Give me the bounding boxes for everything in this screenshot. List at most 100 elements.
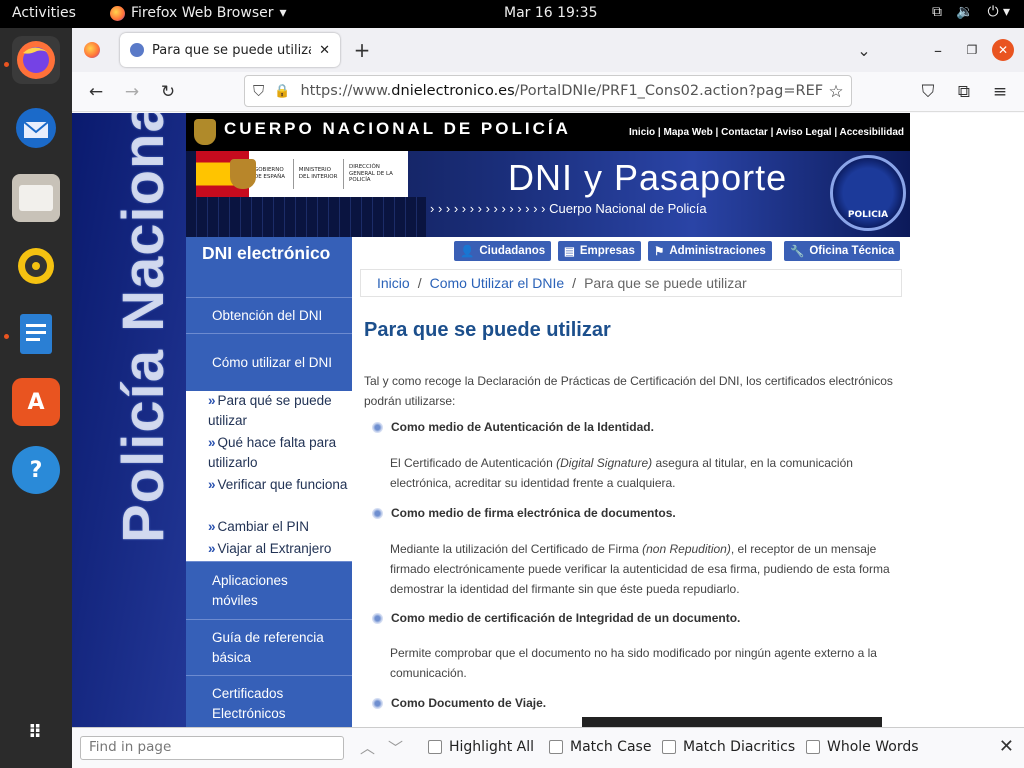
- menu-item-obtencion[interactable]: Obtención del DNI: [186, 297, 352, 333]
- breadcrumb-section[interactable]: Como Utilizar el DNIe: [430, 275, 565, 291]
- pill-label: Administraciones: [669, 245, 766, 257]
- police-seal-icon: POLICIA: [830, 155, 906, 231]
- power-icon: ⏻ ▾: [987, 4, 1010, 20]
- firefox-window: Para que se puede utiliza ✕ + ⌄ – ❐ ✕ ← …: [72, 28, 1024, 768]
- system-tray[interactable]: ⧉ 🔉 ⏻ ▾: [932, 4, 1010, 20]
- new-tab-button[interactable]: +: [348, 36, 376, 64]
- firefox-icon: [110, 5, 125, 21]
- extensions-icon[interactable]: ⧉: [950, 78, 978, 106]
- match-diacritics-checkbox[interactable]: Match Diacritics: [662, 739, 795, 755]
- lock-icon[interactable]: 🔒: [274, 84, 290, 99]
- volume-icon: 🔉: [956, 4, 974, 20]
- dock-writer-icon[interactable]: [12, 310, 60, 358]
- find-bar: Find in page ︿ ﹀ Highlight All Match Cas…: [72, 727, 1024, 768]
- page-viewport[interactable]: Policía Nacional CUERPO NACIONAL DE POLI…: [72, 113, 1024, 727]
- breadcrumb: Inicio / Como Utilizar el DNIe / Para qu…: [360, 269, 902, 297]
- system-top-bar: Activities Firefox Web Browser ▾ Mar 16 …: [0, 0, 1024, 28]
- ministry-text: MINISTERIO DEL INTERIOR: [294, 159, 345, 189]
- circuit-decoration: [186, 197, 426, 237]
- match-case-checkbox[interactable]: Match Case: [549, 739, 651, 755]
- forward-button[interactable]: →: [118, 78, 146, 106]
- close-tab-icon[interactable]: ✕: [319, 43, 330, 58]
- site-banner: GOBIERNO DE ESPAÑA MINISTERIO DEL INTERI…: [186, 151, 910, 237]
- maximize-button[interactable]: ❐: [958, 36, 986, 64]
- menu-item-aplicaciones[interactable]: Aplicaciones móviles: [186, 561, 352, 619]
- network-icon: ⧉: [932, 4, 942, 20]
- page-title: Para que se puede utilizar: [364, 319, 611, 341]
- submenu-label: Verificar que funciona: [217, 477, 348, 492]
- firefox-view-icon[interactable]: [78, 36, 106, 64]
- reload-button[interactable]: ↻: [154, 78, 182, 106]
- submenu-item-cambiar-pin[interactable]: » Cambiar el PIN: [208, 517, 352, 537]
- submenu-item-viajar[interactable]: » Viajar al Extranjero: [208, 539, 352, 559]
- dock-files-icon[interactable]: [12, 174, 60, 222]
- active-tab[interactable]: Para que se puede utiliza ✕: [120, 33, 340, 67]
- submenu-label: Viajar al Extranjero: [217, 541, 332, 556]
- government-logo[interactable]: GOBIERNO DE ESPAÑA MINISTERIO DEL INTERI…: [196, 151, 408, 197]
- flag-icon: ⚑: [654, 246, 665, 258]
- chevron-down-icon: ▾: [279, 5, 287, 21]
- close-window-button[interactable]: ✕: [992, 39, 1014, 61]
- menu-item-label: Certificados Electrónicos: [212, 685, 286, 721]
- close-find-bar-icon[interactable]: ✕: [999, 736, 1014, 757]
- section-text: Mediante la utilización del Certificado …: [390, 539, 896, 599]
- url-host: dnielectronico.es: [391, 83, 515, 99]
- url-prefix: https://www.: [300, 83, 392, 99]
- user-icon: 👤: [460, 246, 475, 258]
- tab-empresas[interactable]: ▤ Empresas: [558, 241, 641, 261]
- submenu-item-que-hace-falta[interactable]: » Qué hace falta para utilizarlo: [208, 433, 352, 473]
- bookmark-star-icon[interactable]: ☆: [822, 78, 850, 106]
- tab-administraciones[interactable]: ⚑ Administraciones: [648, 241, 772, 261]
- menu-item-label: Cómo utilizar el DNI: [212, 354, 333, 370]
- navigation-bar: ← → ↻ ⛉ 🔒 https://www.dnielectronico.es/…: [72, 72, 1024, 112]
- find-next-icon[interactable]: ﹀: [388, 737, 403, 758]
- find-previous-icon[interactable]: ︿: [360, 737, 375, 758]
- tab-ciudadanos[interactable]: 👤 Ciudadanos: [454, 241, 552, 261]
- app-menu-label: Firefox Web Browser: [131, 5, 274, 21]
- pocket-icon[interactable]: ⛉: [914, 78, 942, 106]
- site-org-name: CUERPO NACIONAL DE POLICÍA: [224, 119, 571, 138]
- app-menu-icon[interactable]: ≡: [986, 78, 1014, 106]
- menu-item-certificados[interactable]: Certificados Electrónicos: [186, 675, 352, 727]
- menu-item-como-utilizar[interactable]: Cómo utilizar el DNI: [186, 333, 352, 391]
- section-text: Permite comprobar que el documento no ha…: [390, 646, 877, 680]
- url-bar[interactable]: ⛉ 🔒 https://www.dnielectronico.es/Portal…: [244, 75, 852, 107]
- text-italic: (Digital Signature): [556, 456, 653, 470]
- tab-oficina-tecnica[interactable]: 🔧 Oficina Técnica: [784, 241, 901, 261]
- tab-title: Para que se puede utiliza: [152, 42, 312, 58]
- show-applications-icon[interactable]: ⠿: [12, 708, 60, 756]
- list-tabs-icon[interactable]: ⌄: [850, 36, 878, 64]
- find-input[interactable]: Find in page: [80, 736, 344, 760]
- section-title: Como medio de Autenticación de la Identi…: [391, 420, 654, 434]
- submenu-item-verificar[interactable]: » Verificar que funciona: [208, 475, 352, 495]
- section-heading: Como medio de certificación de Integrida…: [372, 611, 740, 625]
- dock-firefox-icon[interactable]: [12, 36, 60, 84]
- dock: A ? ⠿: [0, 28, 72, 768]
- clock[interactable]: Mar 16 19:35: [504, 5, 597, 21]
- submenu-item-para-que[interactable]: » Para qué se puede utilizar: [208, 391, 352, 431]
- running-indicator: [4, 334, 9, 339]
- dock-rhythmbox-icon[interactable]: [12, 242, 60, 290]
- menu-header[interactable]: DNI electrónico: [186, 237, 352, 297]
- submenu-arrow-icon: »: [208, 541, 216, 556]
- submenu-arrow-icon: »: [208, 477, 216, 492]
- menu-item-guia[interactable]: Guía de referencia básica: [186, 619, 352, 675]
- dock-software-icon[interactable]: A: [12, 378, 60, 426]
- breadcrumb-separator: /: [417, 275, 422, 291]
- breadcrumb-home[interactable]: Inicio: [377, 275, 410, 291]
- whole-words-checkbox[interactable]: Whole Words: [806, 739, 919, 755]
- submenu-label: Qué hace falta para utilizarlo: [208, 435, 337, 470]
- shield-icon[interactable]: ⛉: [253, 82, 264, 100]
- bullet-icon: [372, 697, 383, 709]
- submenu-arrow-icon: »: [208, 393, 216, 408]
- back-button[interactable]: ←: [82, 78, 110, 106]
- highlight-all-checkbox[interactable]: Highlight All: [428, 739, 534, 755]
- activities-button[interactable]: Activities: [12, 5, 76, 21]
- app-menu[interactable]: Firefox Web Browser ▾: [110, 5, 287, 21]
- banner-subtitle: › › › › › › › › › › › › › › › Cuerpo Nac…: [430, 201, 707, 216]
- site-favicon-icon: [130, 43, 144, 57]
- top-links[interactable]: Inicio | Mapa Web | Contactar | Aviso Le…: [629, 127, 904, 138]
- dock-help-icon[interactable]: ?: [12, 446, 60, 494]
- minimize-button[interactable]: –: [924, 36, 952, 64]
- dock-thunderbird-icon[interactable]: [12, 104, 60, 152]
